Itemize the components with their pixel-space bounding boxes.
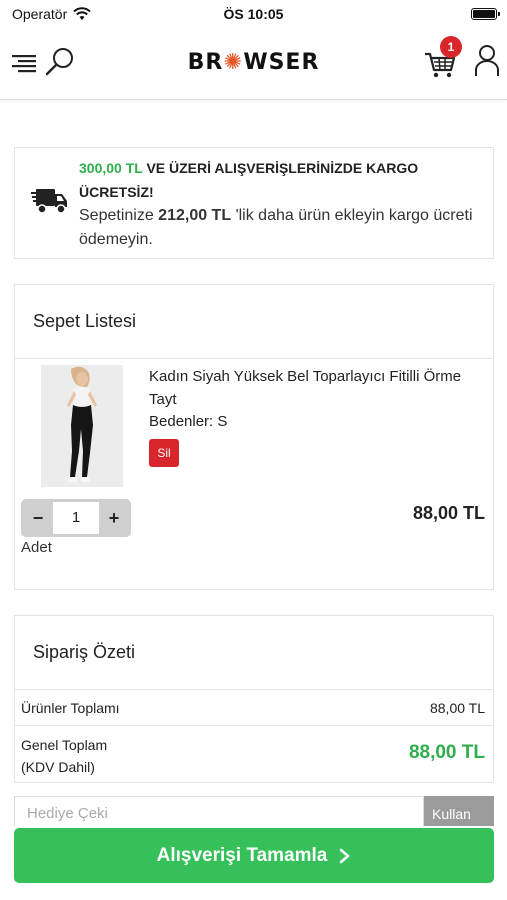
grand-total-label: Genel Toplam (KDV Dahil) (21, 734, 107, 778)
truck-icon (31, 189, 67, 214)
shipping-remaining: 212,00 TL (158, 207, 232, 224)
product-size: Bedenler: S (149, 413, 228, 430)
battery-icon (471, 8, 500, 20)
logo-text-right: WSER (243, 50, 320, 75)
product-photo (41, 365, 123, 487)
shipping-threshold: 300,00 TL (79, 160, 143, 176)
grand-total-value: 88,00 TL (408, 742, 485, 763)
cart-count-badge: 1 (440, 36, 462, 58)
quantity-input[interactable]: 1 (53, 502, 99, 534)
checkout-label: Alışverişi Tamamla (156, 844, 328, 866)
product-name[interactable]: Kadın Siyah Yüksek Bel Toparlayıcı Fitil… (149, 365, 489, 411)
checkout-button[interactable]: Alışverişi Tamamla (14, 828, 494, 883)
app-header: BR✺WSER 1 (0, 30, 507, 100)
products-total-label: Ürünler Toplamı (21, 700, 120, 716)
grand-total-row: Genel Toplam (KDV Dahil) 88,00 TL (15, 726, 493, 784)
product-price: 88,00 TL (412, 503, 485, 523)
shipping-text-before: Sepetinize (79, 207, 154, 224)
shipping-subtext: Sepetinize 212,00 TL 'lik daha ürün ekle… (79, 204, 489, 252)
gift-voucher: Hediye Çeki Kullan (14, 796, 494, 826)
gift-voucher-input[interactable]: Hediye Çeki (14, 796, 424, 826)
shipping-message: 300,00 TL VE ÜZERİ ALIŞVERİŞLERİNİZDE KA… (79, 156, 489, 252)
user-icon[interactable] (474, 44, 500, 78)
clock: ÖS 10:05 (223, 6, 284, 22)
quantity-label: Adet (21, 539, 52, 556)
product-image[interactable] (41, 365, 123, 487)
products-total-value: 88,00 TL (429, 700, 485, 716)
grand-total-label-line1: Genel Toplam (21, 737, 108, 753)
order-summary: Sipariş Özeti Ürünler Toplamı 88,00 TL G… (14, 615, 494, 783)
shipping-notice: 300,00 TL VE ÜZERİ ALIŞVERİŞLERİNİZDE KA… (14, 147, 494, 259)
increase-quantity-button[interactable]: + (99, 499, 129, 537)
cart-list: Sepet Listesi Kadın Siyah Yüksek Bel Top… (14, 284, 494, 590)
quantity-stepper: − 1 + (21, 499, 131, 537)
sun-icon: ✺ (223, 50, 244, 75)
grand-total-label-line2: (KDV Dahil) (21, 759, 95, 775)
delete-button[interactable]: Sil (149, 439, 179, 467)
shipping-headline: 300,00 TL VE ÜZERİ ALIŞVERİŞLERİNİZDE KA… (79, 156, 489, 204)
summary-title: Sipariş Özeti (15, 616, 493, 690)
decrease-quantity-button[interactable]: − (23, 499, 53, 537)
products-total-row: Ürünler Toplamı 88,00 TL (15, 690, 493, 726)
logo-text-left: BR (187, 50, 224, 75)
chevron-right-icon (340, 848, 350, 863)
gift-voucher-apply-button[interactable]: Kullan (424, 796, 494, 826)
status-bar: Operatör ÖS 10:05 (0, 0, 507, 30)
cart-title: Sepet Listesi (15, 285, 493, 359)
